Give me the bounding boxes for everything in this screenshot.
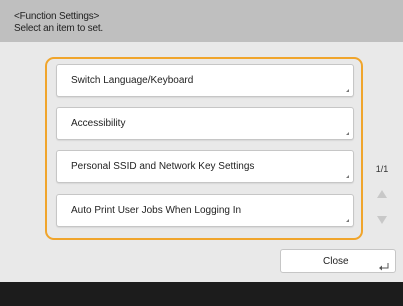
item-accessibility[interactable]: Accessibility — [56, 107, 354, 140]
item-label: Personal SSID and Network Key Settings — [71, 161, 255, 172]
corner-caret-icon — [346, 132, 349, 135]
enter-arrow-icon — [379, 258, 389, 276]
footer-bar — [0, 282, 403, 306]
page-indicator: 1/1 — [375, 164, 389, 174]
item-switch-language-keyboard[interactable]: Switch Language/Keyboard — [56, 64, 354, 97]
corner-caret-icon — [346, 89, 349, 92]
item-personal-ssid-network-key[interactable]: Personal SSID and Network Key Settings — [56, 150, 354, 183]
screen-title: <Function Settings> — [14, 11, 100, 22]
close-button-label: Close — [323, 256, 349, 267]
scroll-up-button[interactable] — [370, 182, 394, 206]
item-label: Accessibility — [71, 118, 126, 129]
triangle-down-icon — [377, 216, 387, 224]
header-bar: <Function Settings> Select an item to se… — [0, 0, 403, 42]
item-auto-print-user-jobs[interactable]: Auto Print User Jobs When Logging In — [56, 194, 354, 227]
triangle-up-icon — [377, 190, 387, 198]
close-button[interactable]: Close — [280, 249, 396, 273]
screen-instruction: Select an item to set. — [14, 23, 103, 34]
corner-caret-icon — [346, 219, 349, 222]
item-label: Auto Print User Jobs When Logging In — [71, 205, 242, 216]
scroll-down-button[interactable] — [370, 208, 394, 232]
corner-caret-icon — [346, 175, 349, 178]
item-label: Switch Language/Keyboard — [71, 75, 194, 86]
